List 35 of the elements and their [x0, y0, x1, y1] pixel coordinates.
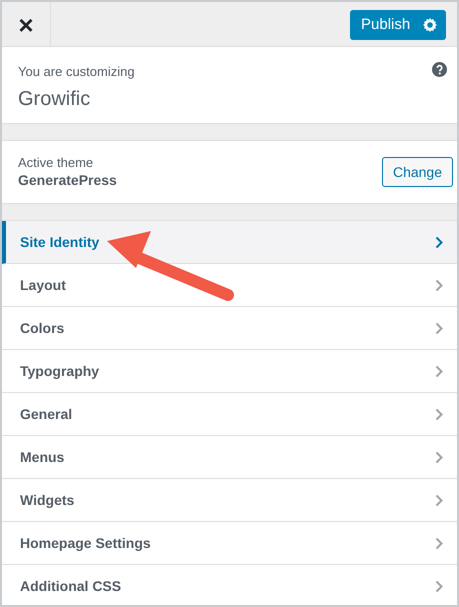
section-item[interactable]: Site Identity: [2, 221, 457, 264]
section-label: Site Identity: [20, 232, 100, 252]
section-label: Menus: [20, 448, 64, 466]
customizing-label: You are customizing: [18, 63, 135, 81]
chevron-right-icon: [435, 450, 443, 464]
section-label: General: [20, 404, 72, 424]
section-item[interactable]: Menus: [2, 436, 457, 479]
chevron-right-icon: [435, 278, 443, 292]
section-item[interactable]: General: [2, 393, 457, 436]
section-label: Homepage Settings: [20, 534, 151, 553]
section-label: Layout: [20, 276, 66, 295]
section-label: Typography: [20, 362, 100, 381]
section-label: Colors: [20, 318, 64, 338]
chevron-right-icon: [435, 494, 443, 506]
site-title: Growific: [18, 87, 90, 111]
settings-icon: [423, 18, 437, 32]
section-item[interactable]: Additional CSS: [2, 565, 457, 605]
chevron-right-icon: [435, 322, 443, 334]
theme-label: Active theme: [18, 154, 94, 171]
chevron-right-icon: [435, 580, 443, 592]
section-label: Additional CSS: [20, 576, 122, 596]
help-icon[interactable]: [432, 62, 447, 77]
section-item[interactable]: Colors: [2, 307, 457, 350]
section-item[interactable]: Typography: [2, 350, 457, 393]
chevron-right-icon: [435, 408, 443, 420]
chevron-right-icon: [435, 236, 443, 248]
section-item[interactable]: Homepage Settings: [2, 522, 457, 565]
section-item[interactable]: Widgets: [2, 479, 457, 522]
change-button[interactable]: Change: [382, 157, 453, 187]
section-item[interactable]: Layout: [2, 264, 457, 307]
section-label: Widgets: [20, 490, 74, 510]
chevron-right-icon: [435, 364, 443, 378]
theme-name: GeneratePress: [18, 171, 117, 190]
publish-button[interactable]: Publish: [350, 10, 446, 40]
chevron-right-icon: [435, 536, 443, 550]
